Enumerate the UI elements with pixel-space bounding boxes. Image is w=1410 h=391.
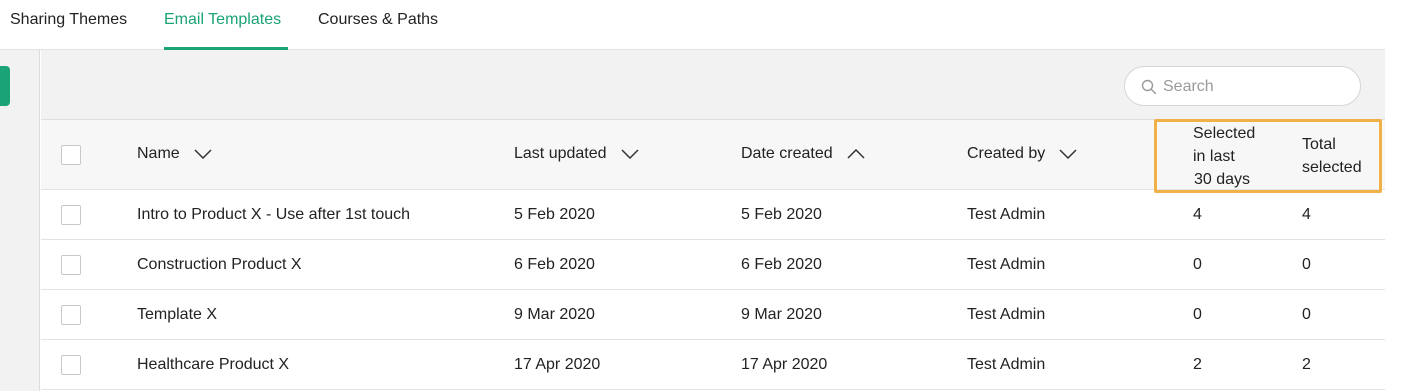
sidebar-action-button[interactable] [0, 66, 10, 106]
template-name[interactable]: Template X [137, 306, 217, 324]
total-selected: 0 [1302, 256, 1311, 273]
tab-bar: Sharing Themes Email Templates Courses &… [0, 0, 1385, 50]
search-box[interactable] [1124, 66, 1361, 106]
last-updated: 17 Apr 2020 [514, 356, 601, 373]
column-header-label: Last updated [514, 145, 607, 162]
created-by: Test Admin [967, 356, 1046, 373]
date-created: 5 Feb 2020 [741, 206, 822, 223]
table-row[interactable]: Healthcare Product X 17 Apr 2020 17 Apr … [41, 340, 1385, 390]
chevron-down-icon [194, 149, 212, 159]
chevron-down-icon [1059, 149, 1077, 159]
sidebar [0, 50, 40, 391]
chevron-up-icon [847, 149, 865, 159]
total-selected: 0 [1302, 306, 1311, 323]
date-created: 9 Mar 2020 [741, 306, 822, 323]
column-header-date-created[interactable]: Date created [741, 145, 865, 163]
table-row[interactable]: Template X 9 Mar 2020 9 Mar 2020 Test Ad… [41, 290, 1385, 340]
column-header-name[interactable]: Name [137, 145, 212, 163]
selected-30-days: 0 [1193, 256, 1202, 273]
search-input[interactable] [1163, 75, 1348, 99]
column-header-total-selected: Total selected [1302, 133, 1362, 179]
last-updated: 9 Mar 2020 [514, 306, 595, 323]
last-updated: 5 Feb 2020 [514, 206, 595, 223]
date-created: 17 Apr 2020 [741, 356, 828, 373]
header-line: 30 days [1194, 171, 1251, 188]
total-selected: 2 [1302, 356, 1311, 373]
header-line: in last [1193, 148, 1235, 165]
search-icon [1141, 79, 1157, 95]
tab-courses-paths[interactable]: Courses & Paths [318, 0, 438, 50]
created-by: Test Admin [967, 306, 1046, 323]
total-selected: 4 [1302, 206, 1311, 223]
column-header-label: Created by [967, 145, 1046, 162]
tab-email-templates[interactable]: Email Templates [164, 0, 281, 50]
header-line: selected [1302, 159, 1362, 176]
row-checkbox[interactable] [61, 355, 81, 375]
header-line: Total [1302, 136, 1336, 153]
selected-30-days: 2 [1193, 356, 1202, 373]
template-name[interactable]: Healthcare Product X [137, 356, 289, 374]
table-toolbar [41, 50, 1385, 120]
column-header-created-by[interactable]: Created by [967, 145, 1077, 163]
row-checkbox[interactable] [61, 305, 81, 325]
tab-sharing-themes[interactable]: Sharing Themes [10, 0, 127, 50]
template-name[interactable]: Intro to Product X - Use after 1st touch [137, 206, 410, 224]
selected-30-days: 0 [1193, 306, 1202, 323]
created-by: Test Admin [967, 256, 1046, 273]
chevron-down-icon [621, 149, 639, 159]
table-row[interactable]: Intro to Product X - Use after 1st touch… [41, 190, 1385, 240]
templates-table: Name Last updated Date created Created b… [41, 120, 1385, 390]
table-header: Name Last updated Date created Created b… [41, 120, 1385, 190]
column-header-selected-30-days: Selected in last 30 days [1193, 122, 1255, 191]
select-all-checkbox[interactable] [61, 145, 81, 165]
column-header-label: Name [137, 145, 180, 162]
selected-30-days: 4 [1193, 206, 1202, 223]
row-checkbox[interactable] [61, 205, 81, 225]
created-by: Test Admin [967, 206, 1046, 223]
table-row[interactable]: Construction Product X 6 Feb 2020 6 Feb … [41, 240, 1385, 290]
template-name[interactable]: Construction Product X [137, 256, 302, 274]
last-updated: 6 Feb 2020 [514, 256, 595, 273]
column-header-label: Date created [741, 145, 833, 162]
column-header-last-updated[interactable]: Last updated [514, 145, 639, 163]
date-created: 6 Feb 2020 [741, 256, 822, 273]
header-line: Selected [1193, 125, 1256, 142]
row-checkbox[interactable] [61, 255, 81, 275]
